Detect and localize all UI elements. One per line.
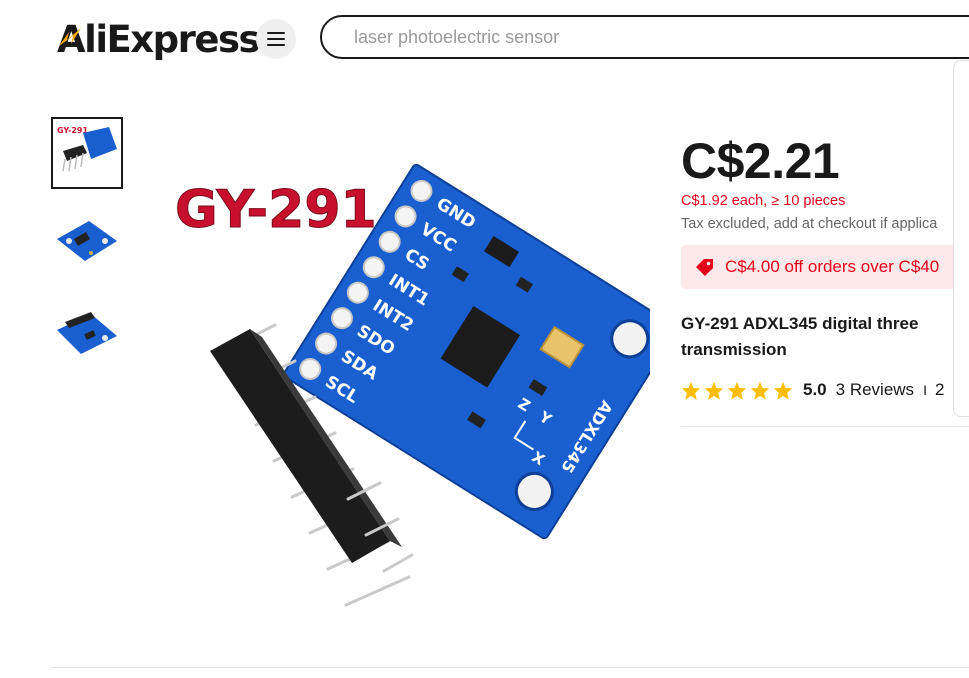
reviews-link[interactable]: 3 Reviews bbox=[836, 380, 914, 400]
search-input[interactable] bbox=[352, 26, 956, 49]
star-icon bbox=[750, 381, 770, 400]
thumbnail-3-image bbox=[51, 300, 123, 372]
bulk-price: C$1.92 each, ≥ 10 pieces bbox=[681, 193, 846, 209]
coupon-text: C$4.00 off orders over C$40 bbox=[725, 257, 940, 276]
star-icon bbox=[727, 381, 747, 400]
thumbnail-1[interactable]: GY-291 bbox=[51, 117, 123, 189]
coupon-banner[interactable]: C$4.00 off orders over C$40 bbox=[681, 245, 969, 289]
thumbnail-2[interactable] bbox=[51, 207, 123, 279]
image-title-text: GY-291 bbox=[175, 180, 377, 240]
price: C$2.21 bbox=[681, 133, 840, 189]
rating-score: 5.0 bbox=[803, 380, 827, 399]
rating-row: 5.0 3 Reviews I 2 bbox=[681, 380, 944, 400]
separator: I bbox=[923, 382, 927, 398]
coupon-tag-icon bbox=[696, 259, 713, 276]
star-icon bbox=[773, 381, 793, 400]
search-bar bbox=[320, 15, 969, 59]
product-title: GY-291 ADXL345 digital three transmissio… bbox=[681, 314, 919, 359]
thumbnail-3[interactable] bbox=[51, 300, 123, 372]
logo-spark-icon bbox=[59, 28, 81, 46]
star-icon bbox=[704, 381, 724, 400]
thumbnail-1-image: GY-291 bbox=[53, 119, 121, 187]
star-rating bbox=[681, 381, 793, 400]
divider-bottom bbox=[51, 667, 969, 668]
thumbnail-2-image bbox=[51, 207, 123, 279]
aliexpress-logo[interactable]: AliExpress bbox=[57, 14, 261, 64]
divider bbox=[681, 426, 969, 427]
star-icon bbox=[681, 381, 701, 400]
hamburger-icon bbox=[267, 32, 285, 46]
product-photo: GY-291 GND VCC CS INT1 INT2 SDO SDA SCL … bbox=[140, 115, 678, 615]
sold-count: 2 bbox=[934, 380, 945, 399]
main-product-image[interactable]: GY-291 GND VCC CS INT1 INT2 SDO SDA SCL … bbox=[140, 115, 678, 615]
tax-note: Tax excluded, add at checkout if applica bbox=[681, 216, 938, 232]
logo-text: AliExpress bbox=[57, 17, 261, 61]
side-panel bbox=[953, 60, 969, 417]
menu-button[interactable] bbox=[256, 19, 296, 59]
